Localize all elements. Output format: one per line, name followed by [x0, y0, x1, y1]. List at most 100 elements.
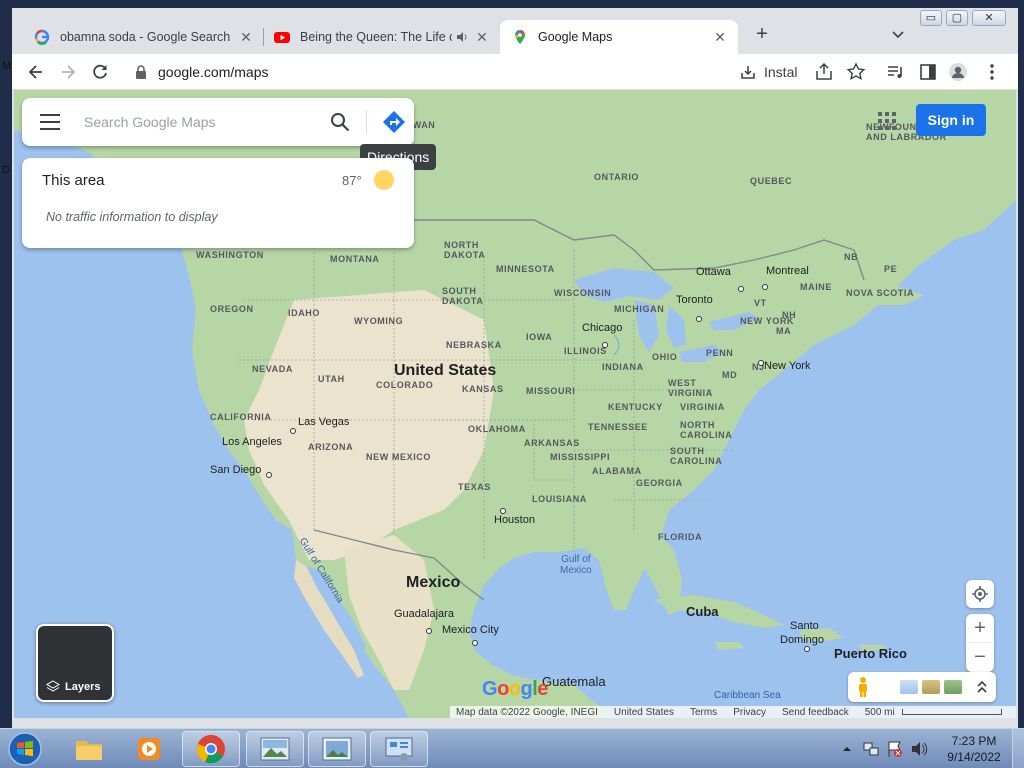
city-guadalajara[interactable]: Guadalajara — [394, 608, 454, 620]
address-bar[interactable]: google.com/maps — [122, 58, 732, 86]
map-label-washington: WASHINGTON — [196, 250, 264, 260]
city-santo-domingo[interactable]: Santo — [790, 620, 819, 632]
map-label-minnesota: MINNESOTA — [496, 264, 555, 274]
map-attribution-bar: Map data ©2022 Google, INEGI United Stat… — [450, 706, 1016, 718]
map-label-florida: FLORIDA — [658, 532, 703, 542]
action-center-flag-icon[interactable] — [886, 740, 904, 758]
directions-icon[interactable] — [382, 110, 406, 134]
close-tab-icon[interactable]: ✕ — [238, 29, 254, 45]
imagery-thumbnail-1[interactable] — [900, 680, 918, 694]
taskbar-image-viewer[interactable] — [246, 731, 304, 767]
control-panel-icon — [385, 737, 413, 761]
taskbar-clock[interactable]: 7:23 PM 9/14/2022 — [940, 733, 1008, 765]
city-guatemala[interactable]: Guatemala — [542, 674, 606, 689]
layers-button[interactable]: Layers — [36, 624, 114, 702]
city-ottawa[interactable]: Ottawa — [696, 266, 731, 278]
zoom-in-button[interactable]: + — [966, 614, 994, 642]
street-view-pegman-icon[interactable] — [856, 676, 870, 698]
media-controls-icon[interactable] — [886, 62, 906, 82]
tab-label: Google Maps — [538, 30, 613, 44]
city-dot — [738, 286, 744, 292]
map-label-md: MD — [722, 370, 738, 380]
map-label-vt: VT — [754, 298, 767, 308]
clock-date: 9/14/2022 — [947, 750, 1001, 764]
terms-link[interactable]: Terms — [690, 707, 717, 718]
zoom-controls: + − — [966, 614, 994, 672]
new-tab-button[interactable]: + — [752, 24, 772, 44]
city-los-angeles[interactable]: Los Angeles — [222, 436, 282, 448]
taskbar-photo-viewer[interactable] — [308, 731, 366, 767]
google-apps-grid-icon[interactable] — [878, 112, 896, 130]
install-app-button[interactable]: Instal — [740, 62, 797, 82]
country-mexico[interactable]: Mexico — [406, 574, 460, 592]
city-las-vegas[interactable]: Las Vegas — [298, 416, 349, 428]
city-new-york[interactable]: New York — [764, 360, 810, 372]
layers-icon — [46, 680, 60, 692]
city-houston[interactable]: Houston — [494, 514, 535, 526]
tab-youtube[interactable]: Being the Queen: The Life of ✕ — [262, 20, 500, 54]
more-menu-icon[interactable] — [982, 62, 1002, 82]
map-canvas[interactable]: EWAN ONTARIO QUEBEC NEWFOUN AND LABRADOR… — [14, 90, 1016, 718]
volume-icon[interactable] — [910, 740, 928, 758]
back-arrow-icon[interactable] — [26, 62, 46, 82]
country-puerto-rico[interactable]: Puerto Rico — [834, 646, 907, 661]
share-icon[interactable] — [814, 62, 834, 82]
region-link[interactable]: United States — [614, 707, 674, 718]
zoom-out-button[interactable]: − — [966, 642, 994, 670]
close-tab-icon[interactable]: ✕ — [474, 29, 490, 45]
imagery-thumbnail-3[interactable] — [944, 680, 962, 694]
map-label-oregon: OREGON — [210, 304, 254, 314]
city-san-diego[interactable]: San Diego — [210, 464, 261, 476]
profile-avatar-icon[interactable] — [948, 62, 968, 82]
audio-playing-icon[interactable] — [456, 31, 468, 43]
close-tab-icon[interactable]: ✕ — [712, 29, 728, 45]
city-montreal[interactable]: Montreal — [766, 265, 809, 277]
start-button[interactable] — [4, 731, 46, 767]
scale-bar[interactable] — [902, 709, 1002, 715]
close-window-button[interactable]: ✕ — [972, 10, 1006, 26]
lock-icon[interactable] — [134, 65, 148, 79]
area-card-title: This area — [42, 172, 105, 189]
city-dot — [762, 284, 768, 290]
privacy-link[interactable]: Privacy — [733, 707, 766, 718]
map-label-nevada: NEVADA — [252, 364, 293, 374]
minimize-button[interactable]: ▭ — [920, 10, 942, 26]
map-label-virginia: VIRGINIA — [680, 402, 725, 412]
tab-search-chevron-icon[interactable] — [890, 26, 906, 42]
search-icon[interactable] — [330, 112, 350, 132]
reload-icon[interactable] — [90, 62, 110, 82]
taskbar-chrome[interactable] — [182, 731, 240, 767]
imagery-thumbnail-2[interactable] — [922, 680, 940, 694]
side-panel-icon[interactable] — [918, 62, 938, 82]
map-label-west-virginia: WEST VIRGINIA — [668, 378, 713, 398]
taskbar-media-player[interactable] — [120, 731, 178, 767]
my-location-button[interactable] — [966, 580, 994, 608]
hamburger-menu-icon[interactable] — [40, 113, 60, 131]
tab-google-maps[interactable]: Google Maps ✕ — [500, 20, 738, 54]
taskbar-explorer[interactable] — [60, 731, 118, 767]
show-hidden-icons-chevron-icon[interactable] — [842, 744, 852, 754]
maximize-button[interactable]: ▢ — [946, 10, 968, 26]
network-icon[interactable] — [862, 740, 880, 758]
forward-arrow-icon[interactable] — [58, 62, 78, 82]
bookmark-star-icon[interactable] — [846, 62, 866, 82]
city-chicago[interactable]: Chicago — [582, 322, 622, 334]
url-text: google.com/maps — [158, 64, 269, 80]
map-label-wyoming: WYOMING — [354, 316, 404, 326]
tab-google-search[interactable]: obamna soda - Google Search ✕ — [22, 20, 264, 54]
search-input[interactable] — [84, 110, 314, 134]
search-divider — [366, 110, 367, 134]
show-desktop-button[interactable] — [1012, 729, 1024, 768]
city-toronto[interactable]: Toronto — [676, 294, 713, 306]
chrome-icon — [196, 735, 225, 764]
scale-label[interactable]: 500 mi — [865, 707, 895, 718]
install-icon — [741, 66, 755, 79]
sign-in-button[interactable]: Sign in — [916, 104, 986, 136]
country-united-states[interactable]: United States — [394, 362, 496, 380]
taskbar-control-panel[interactable] — [370, 731, 428, 767]
city-mexico-city[interactable]: Mexico City — [442, 624, 499, 636]
send-feedback-link[interactable]: Send feedback — [782, 707, 849, 718]
country-cuba[interactable]: Cuba — [686, 604, 719, 619]
map-label-ohio: OHIO — [652, 352, 678, 362]
expand-chevrons-icon[interactable] — [976, 680, 988, 694]
